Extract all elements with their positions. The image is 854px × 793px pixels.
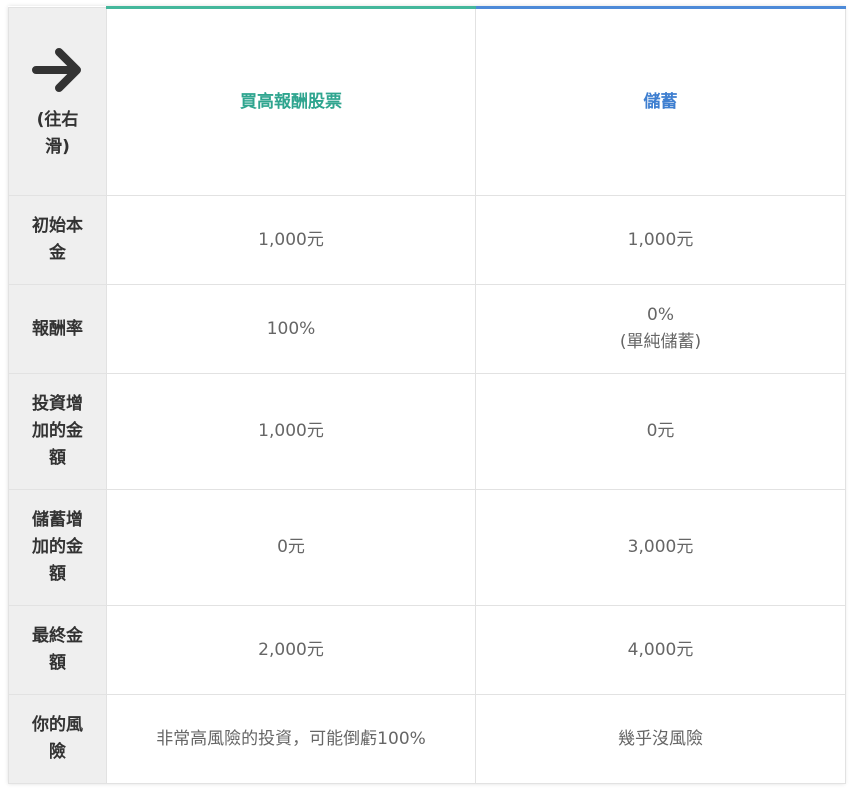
stocks-value: 非常高風險的投資，可能倒虧100%	[106, 694, 476, 784]
table-row: 報酬率 100% 0% (單純儲蓄)	[8, 284, 846, 374]
savings-value: 4,000元	[475, 605, 846, 695]
column-header-stocks: 買高報酬股票	[106, 6, 476, 196]
savings-value: 3,000元	[475, 489, 846, 606]
table-row: 你的風險 非常高風險的投資，可能倒虧100% 幾乎沒風險	[8, 694, 846, 784]
scroll-hint-cell: (往右滑)	[8, 7, 107, 196]
table-row: 最終金額 2,000元 4,000元	[8, 605, 846, 695]
table-row: 投資增加的金額 1,000元 0元	[8, 373, 846, 490]
stocks-value: 100%	[106, 284, 476, 374]
comparison-table-container: (往右滑) 買高報酬股票 儲蓄 初始本金 1,000元 1,000元 報酬率 1…	[8, 6, 846, 784]
table-row: 初始本金 1,000元 1,000元	[8, 195, 846, 285]
savings-value: 0元	[475, 373, 846, 490]
row-label: 初始本金	[8, 195, 107, 285]
stocks-value: 2,000元	[106, 605, 476, 695]
row-label: 報酬率	[8, 284, 107, 374]
savings-value-cell: 0% (單純儲蓄)	[475, 284, 846, 374]
savings-value: 1,000元	[475, 195, 846, 285]
stocks-value: 1,000元	[106, 195, 476, 285]
row-label: 最終金額	[8, 605, 107, 695]
table-header-row: (往右滑) 買高報酬股票 儲蓄	[8, 6, 846, 196]
comparison-table: (往右滑) 買高報酬股票 儲蓄 初始本金 1,000元 1,000元 報酬率 1…	[8, 6, 846, 784]
stocks-value: 1,000元	[106, 373, 476, 490]
arrow-right-icon	[31, 47, 81, 92]
row-label: 投資增加的金額	[8, 373, 107, 490]
row-label: 你的風險	[8, 694, 107, 784]
stocks-value: 0元	[106, 489, 476, 606]
scroll-hint-text: (往右滑)	[36, 109, 79, 157]
table-row: 儲蓄增加的金額 0元 3,000元	[8, 489, 846, 606]
column-header-savings: 儲蓄	[475, 6, 846, 196]
savings-value: 0%	[647, 305, 674, 325]
savings-value: 幾乎沒風險	[475, 694, 846, 784]
row-label: 儲蓄增加的金額	[8, 489, 107, 606]
savings-note: (單純儲蓄)	[619, 332, 702, 352]
